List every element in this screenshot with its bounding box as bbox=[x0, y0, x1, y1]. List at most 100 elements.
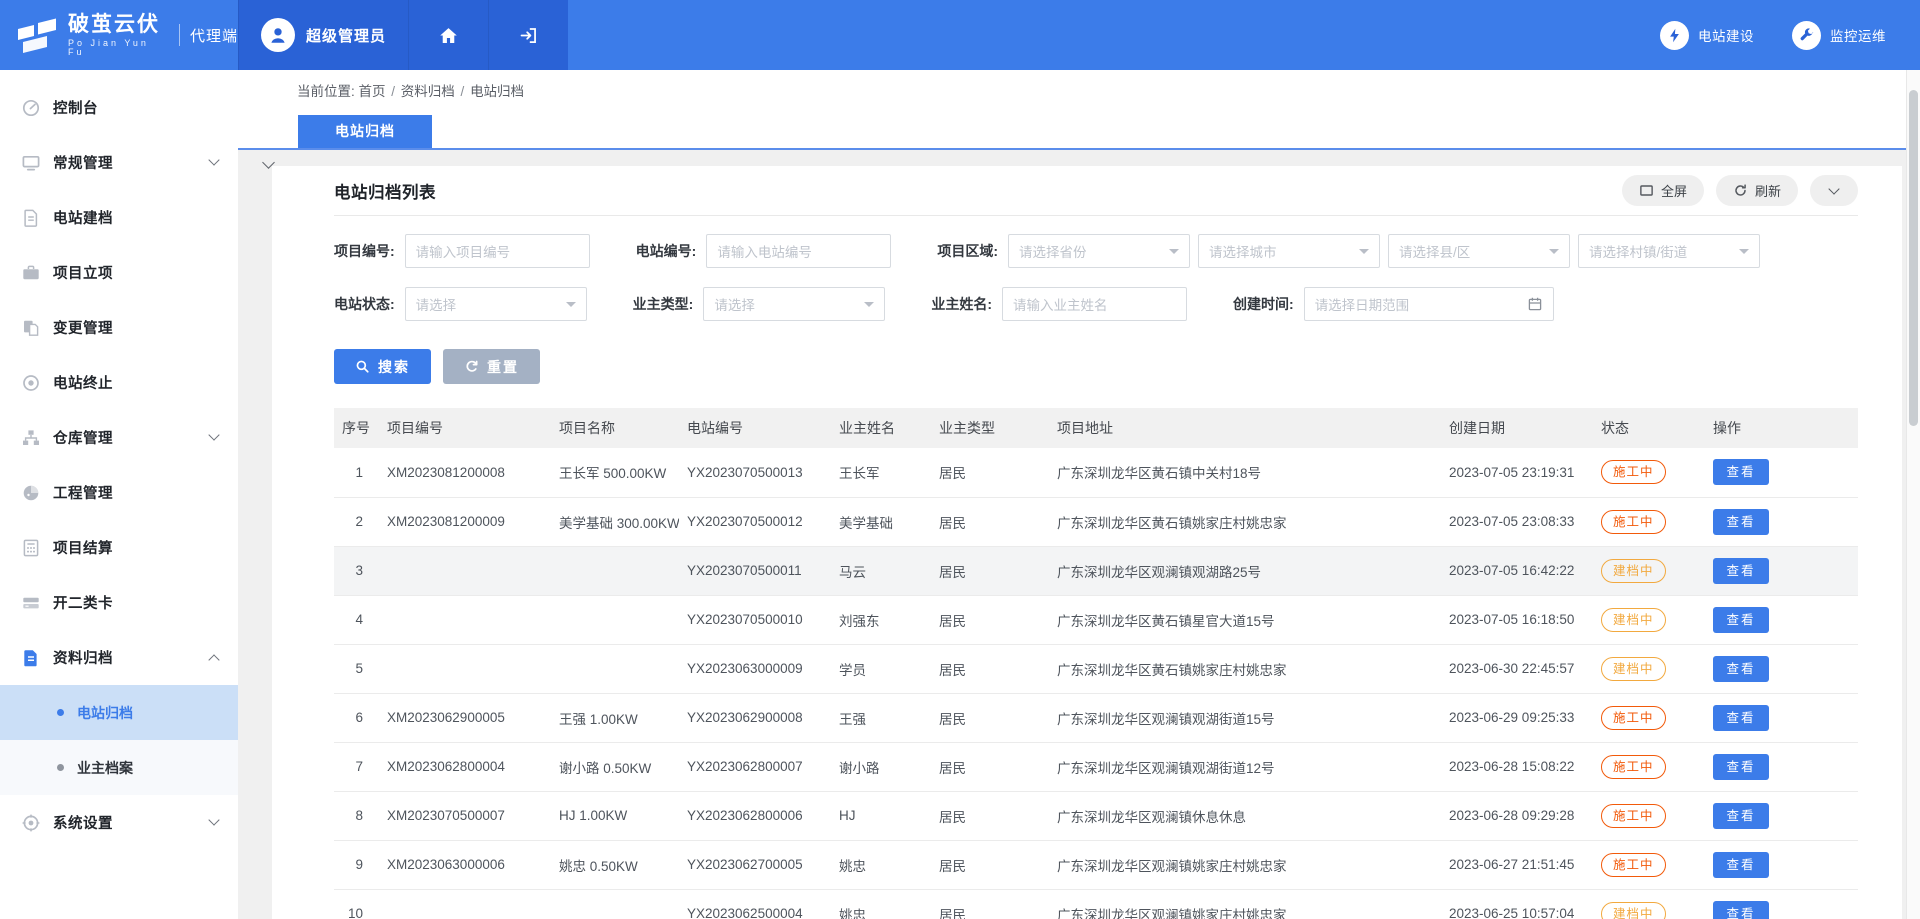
vertical-scrollbar-thumb[interactable] bbox=[1909, 90, 1918, 426]
sidebar-subitem-station-archive[interactable]: 电站归档 bbox=[0, 685, 238, 740]
cell-owner-name: 刘强东 bbox=[831, 595, 931, 644]
cell-created: 2023-06-27 21:51:45 bbox=[1441, 840, 1593, 889]
search-button[interactable]: 搜索 bbox=[334, 349, 431, 384]
fullscreen-button[interactable]: 全屏 bbox=[1622, 175, 1704, 206]
sidebar-item-engineering-mgmt[interactable]: 工程管理 bbox=[0, 465, 238, 520]
logout-button[interactable] bbox=[488, 0, 568, 70]
project-region-3-select[interactable]: 请选择村镇/街道 bbox=[1578, 234, 1760, 268]
view-button[interactable]: 查看 bbox=[1713, 705, 1769, 731]
vertical-scrollbar[interactable] bbox=[1906, 70, 1920, 919]
project-region-1-select[interactable]: 请选择城市 bbox=[1198, 234, 1380, 268]
app-logo-icon bbox=[14, 15, 60, 55]
breadcrumb-separator: / bbox=[388, 84, 399, 99]
cell-station-no: YX2023063000009 bbox=[679, 644, 831, 693]
target-icon bbox=[21, 373, 41, 393]
owner-name-input[interactable]: 请输入业主姓名 bbox=[1002, 287, 1187, 321]
view-button[interactable]: 查看 bbox=[1713, 803, 1769, 829]
card-title: 电站归档列表 bbox=[334, 179, 436, 203]
view-button[interactable]: 查看 bbox=[1713, 901, 1769, 919]
cell-status: 施工中 bbox=[1593, 742, 1705, 791]
nav-monitor-ops[interactable]: 监控运维 bbox=[1792, 21, 1886, 50]
sidebar-item-label: 工程管理 bbox=[53, 482, 113, 503]
view-button[interactable]: 查看 bbox=[1713, 558, 1769, 584]
view-button[interactable]: 查看 bbox=[1713, 656, 1769, 682]
briefcase-icon bbox=[21, 263, 41, 283]
view-button[interactable]: 查看 bbox=[1713, 852, 1769, 878]
view-button[interactable]: 查看 bbox=[1713, 509, 1769, 535]
filter-label-owner-name: 业主姓名: bbox=[931, 294, 992, 314]
breadcrumb-item-1[interactable]: 资料归档 bbox=[401, 84, 455, 99]
sidebar-item-label: 开二类卡 bbox=[53, 592, 113, 613]
cell-action: 查看 bbox=[1705, 448, 1858, 497]
sidebar-subitem-owner-archive[interactable]: 业主档案 bbox=[0, 740, 238, 795]
owner-type-select[interactable]: 请选择 bbox=[703, 287, 885, 321]
cell-index: 5 bbox=[334, 644, 379, 693]
sidebar-item-change-mgmt[interactable]: 变更管理 bbox=[0, 300, 238, 355]
cell-owner-type: 居民 bbox=[931, 889, 1049, 919]
cell-project-no bbox=[379, 644, 551, 693]
user-block: 超级管理员 bbox=[238, 0, 568, 70]
sidebar-item-second-class-card[interactable]: 开二类卡 bbox=[0, 575, 238, 630]
home-button[interactable] bbox=[408, 0, 488, 70]
sidebar-item-label: 项目立项 bbox=[53, 262, 113, 283]
create-time-input[interactable]: 请选择日期范围 bbox=[1304, 287, 1554, 321]
refresh-button[interactable]: 刷新 bbox=[1716, 175, 1798, 206]
brand: 破茧云伏 Po Jian Yun Fu 代理端 bbox=[0, 0, 238, 70]
view-button[interactable]: 查看 bbox=[1713, 754, 1769, 780]
cell-address: 广东深圳龙华区观澜镇观湖街道12号 bbox=[1049, 742, 1441, 791]
view-button[interactable]: 查看 bbox=[1713, 459, 1769, 485]
caret-down-icon bbox=[566, 302, 576, 312]
sidebar-item-console[interactable]: 控制台 bbox=[0, 80, 238, 135]
filter-group-project-region: 项目区域:请选择省份请选择城市请选择县/区请选择村镇/街道 bbox=[937, 234, 1760, 268]
brand-divider bbox=[179, 24, 180, 46]
sidebar-item-station-filing[interactable]: 电站建档 bbox=[0, 190, 238, 245]
sidebar-item-data-archive[interactable]: 资料归档 bbox=[0, 630, 238, 685]
sidebar-item-system-settings[interactable]: 系统设置 bbox=[0, 795, 238, 850]
caret-down-icon bbox=[864, 302, 874, 312]
sidebar-item-project-settlement[interactable]: 项目结算 bbox=[0, 520, 238, 575]
cell-project-no: XM2023070500007 bbox=[379, 791, 551, 840]
cell-project-no: XM2023063000006 bbox=[379, 840, 551, 889]
tab-station-archive[interactable]: 电站归档 bbox=[298, 115, 432, 148]
copy-icon bbox=[21, 318, 41, 338]
project-no-input[interactable]: 请输入项目编号 bbox=[405, 234, 590, 268]
station-no-input[interactable]: 请输入电站编号 bbox=[706, 234, 891, 268]
cell-owner-type: 居民 bbox=[931, 693, 1049, 742]
sidebar-item-project-approval[interactable]: 项目立项 bbox=[0, 245, 238, 300]
sitemap-icon bbox=[21, 428, 41, 448]
cell-station-no: YX2023070500010 bbox=[679, 595, 831, 644]
collapse-button[interactable] bbox=[1810, 175, 1858, 206]
breadcrumb-item-0[interactable]: 首页 bbox=[359, 84, 386, 99]
sidebar-menu: 控制台常规管理电站建档项目立项变更管理电站终止仓库管理工程管理项目结算开二类卡资… bbox=[0, 80, 238, 850]
reset-button[interactable]: 重置 bbox=[443, 349, 540, 384]
chevron-up-icon bbox=[208, 654, 219, 665]
cell-action: 查看 bbox=[1705, 595, 1858, 644]
table-row: 4YX2023070500010刘强东居民广东深圳龙华区黄石镇星官大道15号20… bbox=[334, 595, 1858, 644]
cell-station-no: YX2023062800007 bbox=[679, 742, 831, 791]
cell-index: 9 bbox=[334, 840, 379, 889]
view-button[interactable]: 查看 bbox=[1713, 607, 1769, 633]
cell-project-name: 王长军 500.00KW bbox=[551, 448, 679, 497]
main-content: 当前位置: 首页 / 资料归档 / 电站归档 电站归档 电站归档列表 全屏 刷新 bbox=[238, 70, 1906, 919]
sidebar-item-general-mgmt[interactable]: 常规管理 bbox=[0, 135, 238, 190]
cell-project-name: 美学基础 300.00KW bbox=[551, 497, 679, 546]
project-region-0-select[interactable]: 请选择省份 bbox=[1008, 234, 1190, 268]
nav-station-build[interactable]: 电站建设 bbox=[1660, 21, 1754, 50]
sidebar-item-warehouse-mgmt[interactable]: 仓库管理 bbox=[0, 410, 238, 465]
cell-status: 建档中 bbox=[1593, 546, 1705, 595]
breadcrumb-item-2[interactable]: 电站归档 bbox=[470, 84, 524, 99]
cell-owner-type: 居民 bbox=[931, 546, 1049, 595]
cell-owner-name: 王强 bbox=[831, 693, 931, 742]
column-header-0: 序号 bbox=[334, 408, 379, 448]
station-status-select[interactable]: 请选择 bbox=[405, 287, 587, 321]
cell-address: 广东深圳龙华区黄石镇星官大道15号 bbox=[1049, 595, 1441, 644]
bolt-icon bbox=[1660, 21, 1689, 50]
table-row: 6XM2023062900005王强 1.00KWYX2023062900008… bbox=[334, 693, 1858, 742]
status-badge: 建档中 bbox=[1601, 657, 1666, 681]
current-user[interactable]: 超级管理员 bbox=[238, 0, 408, 70]
column-header-2: 项目名称 bbox=[551, 408, 679, 448]
sidebar-item-label: 常规管理 bbox=[53, 152, 113, 173]
sidebar-item-station-termination[interactable]: 电站终止 bbox=[0, 355, 238, 410]
project-region-2-select[interactable]: 请选择县/区 bbox=[1388, 234, 1570, 268]
logout-icon bbox=[518, 25, 539, 46]
